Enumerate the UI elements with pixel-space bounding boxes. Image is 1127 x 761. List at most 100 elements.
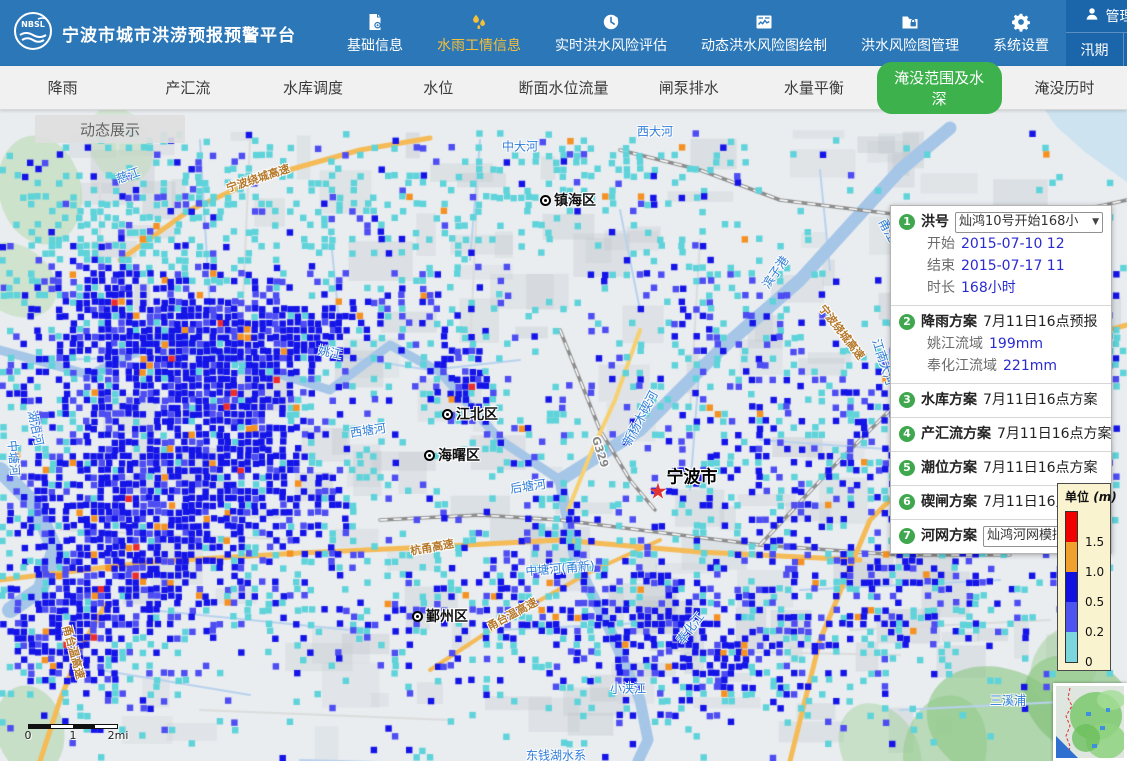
gear-icon [1011,11,1031,33]
sub-tab-3[interactable]: 水库调度 [250,77,375,98]
detail-key: 时长 [927,277,955,299]
detail-key: 姚江流域 [927,333,983,355]
chart-icon [754,11,774,33]
sub-tab-4[interactable]: 水位 [376,77,501,98]
dynamic-display-button[interactable]: 动态展示 [35,115,185,143]
detail-value: 199mm [989,333,1043,355]
overview-minimap[interactable] [1053,683,1127,761]
legend-segment [1066,512,1077,542]
panel-group-1: 1洪号灿鸿10号开始168小▼开始2015-07-10 12结束2015-07-… [891,206,1111,305]
panel-detail-row: 姚江流域 199mm [899,333,1103,355]
user-bottom: 汛期 [1066,33,1127,66]
app-logo-icon: NBSL [12,10,54,56]
panel-row-label: 产汇流方案 [921,423,991,445]
detail-key: 奉化江流域 [927,355,997,377]
sub-tab-9[interactable]: 淹没历时 [1002,77,1127,98]
sub-tab-1[interactable]: 降雨 [0,77,125,98]
legend-tick-label: 0 [1085,655,1093,669]
panel-group-4: 4 产汇流方案 7月11日16点方案 [891,417,1111,451]
sub-tab-8[interactable]: 淹没范围及水深 [877,62,1002,114]
legend-title: 单位 (m) [1065,488,1110,505]
panel-row: 2降雨方案7月11日16点预报 [899,311,1103,333]
app-title: 宁波市城市洪涝预报预警平台 [62,21,296,46]
step-badge: 3 [899,392,915,408]
menu-item-4[interactable]: 动态洪水风险图绘制 [684,0,844,66]
menu-item-label: 洪水风险图管理 [861,35,959,55]
step-badge: 4 [899,426,915,442]
scale-segment [73,725,95,728]
user-icon [1084,6,1100,26]
sub-tab-2[interactable]: 产汇流 [125,77,250,98]
chevron-down-icon: ▼ [1092,211,1099,233]
detail-value: 2015-07-17 11 [961,255,1065,277]
sub-tab-5[interactable]: 断面水位流量 [501,77,626,98]
scale-bar: 012mi [24,724,144,743]
panel-detail-row: 结束2015-07-17 11 [899,255,1103,277]
menu-item-label: 系统设置 [993,35,1049,55]
menu-item-1[interactable]: 基础信息 [330,0,420,66]
panel-row-label: 水库方案 [921,389,977,411]
step-badge: 6 [899,494,915,510]
panel-select[interactable]: 灿鸿10号开始168小▼ [955,212,1103,233]
flood-season-button[interactable]: 汛期 [1066,33,1124,66]
legend-segment [1066,542,1077,572]
panel-row-value: 7月11日16点方案 [983,389,1098,411]
top-menu: 基础信息 水雨工情信息 实时洪水风险评估动态洪水风险图绘制洪水风险图管理 系统设置 [330,0,1066,66]
menu-item-label: 基础信息 [347,35,403,55]
top-bar: NBSL 宁波市城市洪涝预报预警平台 基础信息 水雨工情信息 实时洪水风险评估动态洪… [0,0,1127,66]
user-name: 管理员 [1106,6,1127,26]
panel-row-label: 降雨方案 [921,311,977,333]
detail-value: 168小时 [961,277,1016,299]
sub-tab-label: 降雨 [48,77,78,98]
folder-lock-icon [900,11,920,33]
panel-row: 5潮位方案7月11日16点方案 [899,457,1103,479]
sub-tab-label: 淹没历时 [1034,77,1094,98]
step-badge: 5 [899,460,915,476]
menu-item-label: 实时洪水风险评估 [555,35,667,55]
minimap-toggle-icon[interactable] [1056,736,1078,758]
panel-row-value: 7月11日16点方案 [997,423,1112,445]
sub-tab-label: 产汇流 [165,77,210,98]
menu-item-2[interactable]: 水雨工情信息 [420,0,538,66]
doc-icon [365,11,385,33]
sub-nav: 降雨产汇流水库调度水位断面水位流量闸泵排水水量平衡淹没范围及水深淹没历时 [0,66,1127,110]
detail-key: 开始 [927,233,955,255]
detail-value: 221mm [1003,355,1057,377]
map-area: 慈江中大河西大河滨子港甬江江南大河姚江西塘河后塘河新杨木碶河中塘河(甬新)奉化江… [0,110,1127,761]
panel-row: 1 洪号灿鸿10号开始168小▼ [899,211,1103,233]
legend-color-bar: 1.51.00.50.20 [1065,511,1078,663]
sub-tab-label: 断面水位流量 [518,77,608,98]
panel-group-2: 2降雨方案7月11日16点预报姚江流域 199mm奉化江流域 221mm [891,305,1111,383]
sub-tab-7[interactable]: 水量平衡 [751,77,876,98]
step-badge: 1 [899,214,915,230]
panel-row-label: 河网方案 [921,525,977,547]
menu-item-label: 水雨工情信息 [437,35,521,55]
legend-tick-label: 1.5 [1085,535,1104,549]
svg-text:NBSL: NBSL [21,20,45,29]
panel-group-5: 5潮位方案7月11日16点方案 [891,451,1111,485]
scale-label: 2mi [108,729,129,742]
panel-row: 3 水库方案 7月11日16点方案 [899,389,1103,411]
legend-segment [1066,572,1077,602]
sub-tab-label: 水位 [423,77,453,98]
menu-item-3[interactable]: 实时洪水风险评估 [538,0,684,66]
sub-tab-6[interactable]: 闸泵排水 [626,77,751,98]
menu-item-5[interactable]: 洪水风险图管理 [844,0,976,66]
clock-icon [601,11,621,33]
scale-segment [29,725,51,728]
brand: NBSL 宁波市城市洪涝预报预警平台 [0,0,330,66]
user-menu[interactable]: 管理员 [1066,0,1127,33]
sub-tab-label: 水量平衡 [784,77,844,98]
panel-group-3: 3 水库方案 7月11日16点方案 [891,383,1111,417]
panel-row: 4产汇流方案7月11日16点方案 [899,423,1103,445]
scale-label: 1 [70,729,77,742]
panel-detail-row: 时长 168小时 [899,277,1103,299]
scale-segment [95,725,117,728]
sub-tab-label: 闸泵排水 [659,77,719,98]
panel-row-label: 洪号 [921,211,949,233]
panel-row-label: 潮位方案 [921,457,977,479]
depth-legend: 单位 (m) 1.51.00.50.20 [1057,483,1111,671]
menu-item-6[interactable]: 系统设置 [976,0,1066,66]
sub-tab-label: 水库调度 [283,77,343,98]
drops-icon [469,11,489,33]
